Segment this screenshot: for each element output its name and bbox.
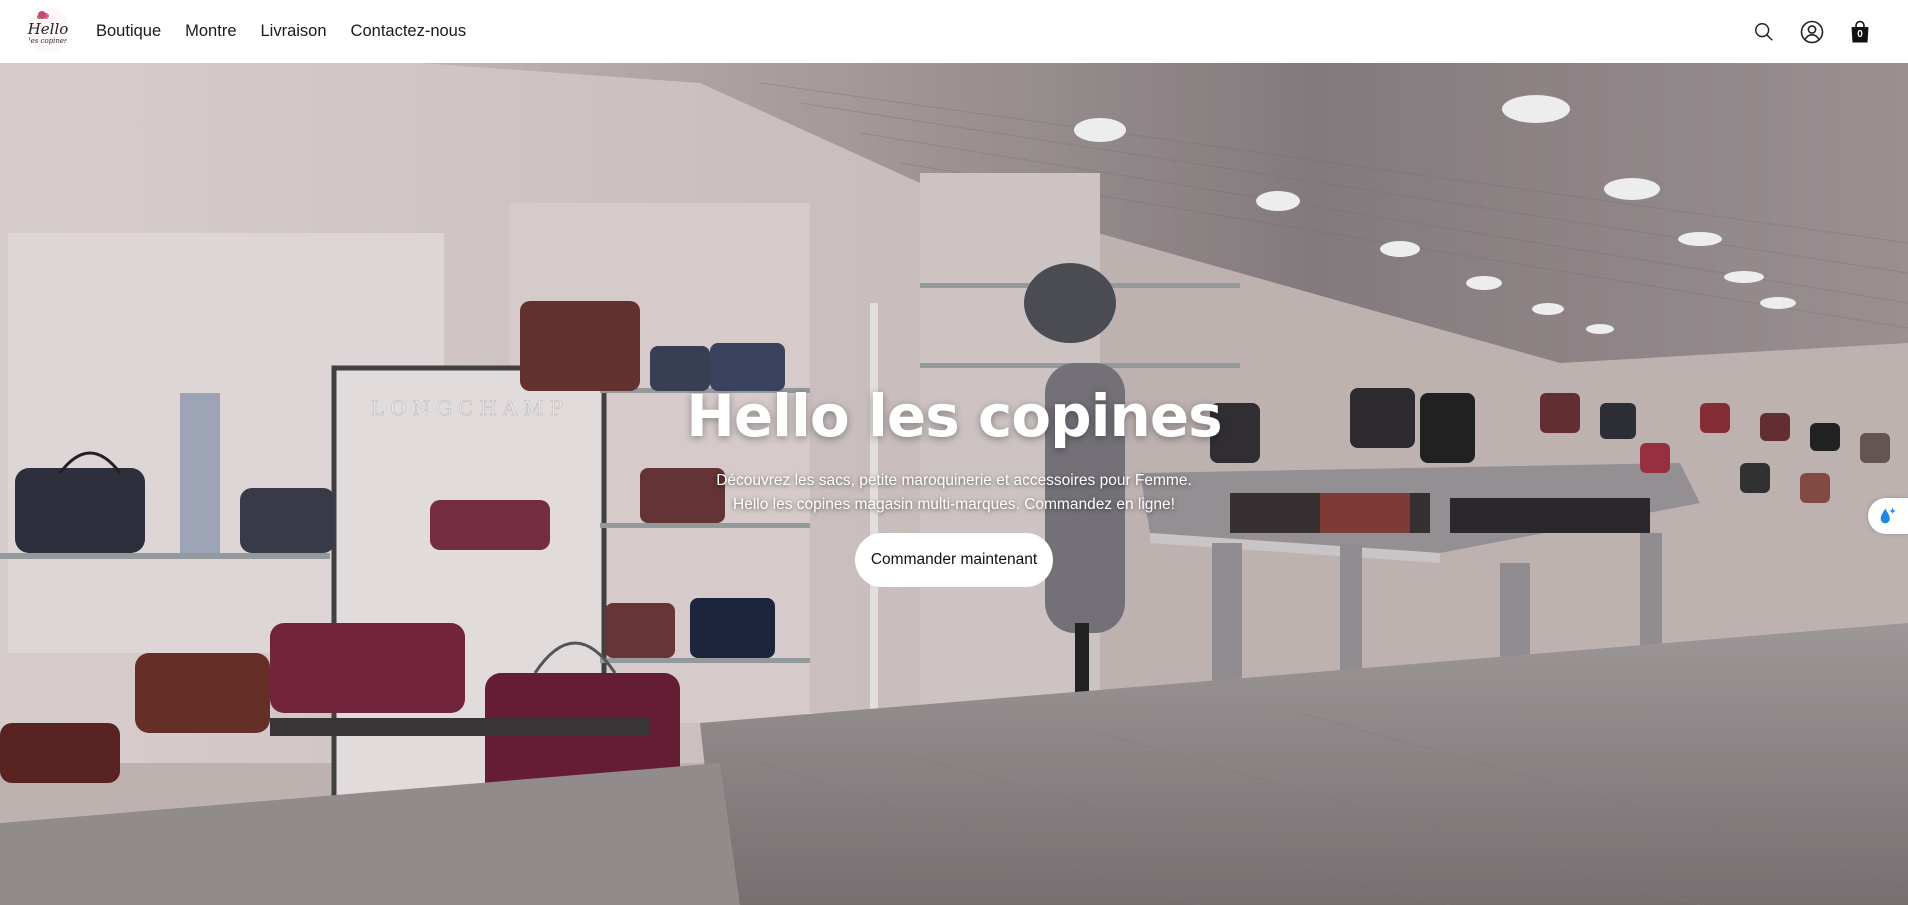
logo-line1: Hello: [27, 20, 69, 38]
order-now-button[interactable]: Commander maintenant: [854, 533, 1054, 587]
site-header: Hello les copines Boutique Montre Livrai…: [0, 0, 1908, 63]
header-actions: 0: [1752, 0, 1872, 63]
hero-banner: LONGCHAMP Hello les copines Découvrez le…: [0, 63, 1908, 905]
accessibility-widget[interactable]: [1868, 498, 1908, 534]
nav-item-livraison[interactable]: Livraison: [261, 22, 327, 41]
hero-subtitle-line1: Découvrez les sacs, petite maroquinerie …: [716, 472, 1192, 489]
hero-title: Hello les copines: [686, 382, 1222, 450]
nav-item-montre[interactable]: Montre: [185, 22, 236, 41]
flower-icon: [38, 11, 46, 19]
account-icon[interactable]: [1800, 20, 1824, 44]
cart-icon[interactable]: 0: [1848, 20, 1872, 44]
water-drop-icon: [1880, 507, 1896, 524]
nav-item-contact[interactable]: Contactez-nous: [351, 22, 467, 41]
search-icon[interactable]: [1752, 20, 1776, 44]
hero-subtitle-line2: Hello les copines magasin multi-marques.…: [733, 496, 1175, 513]
site-logo[interactable]: Hello les copines: [27, 7, 69, 53]
hero-content: Hello les copines Découvrez les sacs, pe…: [0, 383, 1908, 587]
logo-line2: les copines: [28, 37, 68, 45]
main-nav: Boutique Montre Livraison Contactez-nous: [96, 0, 466, 63]
cart-count-badge: 0: [1857, 28, 1863, 40]
nav-item-boutique[interactable]: Boutique: [96, 22, 161, 41]
